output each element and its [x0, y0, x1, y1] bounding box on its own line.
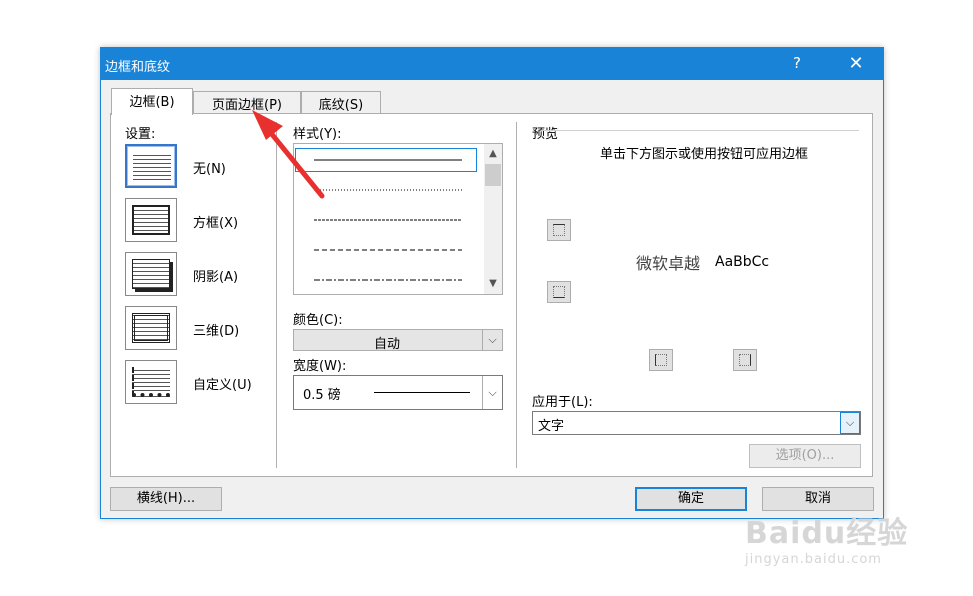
tab-borders[interactable]: 边框(B)	[111, 88, 193, 115]
ok-button[interactable]: 确定	[635, 487, 747, 511]
setting-none-icon[interactable]	[125, 144, 177, 188]
watermark-logo: Baidu经验	[745, 516, 909, 551]
preview-hint: 单击下方图示或使用按钮可应用边框	[599, 147, 808, 162]
left-border-icon	[655, 354, 667, 366]
top-border-icon	[553, 224, 565, 236]
width-dropdown[interactable]: 0.5 磅 ⌵	[293, 375, 503, 410]
options-button[interactable]: 选项(O)...	[749, 444, 861, 468]
borders-panel: 设置: 无(N) 方框(X) 阴影(A) 三维(D) 自定义(U) 样式(Y):	[110, 113, 873, 477]
preview-sample-en[interactable]: AaBbCc	[715, 254, 769, 270]
setting-3d-icon[interactable]	[125, 306, 177, 350]
width-sample-line	[374, 392, 470, 393]
setting-shadow-label[interactable]: 阴影(A)	[193, 266, 238, 285]
watermark-url: jingyan.baidu.com	[745, 552, 882, 567]
chevron-down-icon[interactable]: ⌵	[482, 330, 502, 350]
style-heading: 样式(Y):	[293, 127, 342, 142]
bottom-border-icon	[553, 286, 565, 298]
style-list[interactable]: ▲ ▼	[293, 143, 503, 295]
scroll-thumb[interactable]	[485, 164, 501, 186]
style-swatches	[314, 159, 462, 281]
color-dropdown[interactable]: 自动 ⌵	[293, 329, 503, 352]
preview-heading-rule	[541, 130, 859, 131]
bottom-border-button[interactable]	[547, 281, 571, 303]
color-heading: 颜色(C):	[293, 313, 343, 328]
chevron-down-icon[interactable]: ⌵	[482, 376, 502, 409]
apply-to-dropdown[interactable]: 文字 ⌵	[532, 411, 861, 435]
dialog-title: 边框和底纹	[105, 60, 171, 75]
apply-to-heading: 应用于(L):	[532, 395, 593, 410]
setting-shadow-icon[interactable]	[125, 252, 177, 296]
preview-sample-cn[interactable]: 微软卓越	[636, 250, 700, 274]
setting-none-label[interactable]: 无(N)	[193, 158, 226, 177]
right-border-icon	[739, 354, 751, 366]
setting-custom-label[interactable]: 自定义(U)	[193, 374, 252, 393]
color-value: 自动	[374, 337, 401, 352]
setting-custom-icon[interactable]	[125, 360, 177, 404]
baidu-watermark: Baidu经验 jingyan.baidu.com	[745, 508, 908, 567]
tab-shading[interactable]: 底纹(S)	[301, 91, 381, 113]
divider	[276, 122, 277, 468]
tab-page-border[interactable]: 页面边框(P)	[193, 91, 301, 113]
style-scrollbar[interactable]: ▲ ▼	[484, 144, 502, 294]
borders-and-shading-dialog: 边框和底纹 ? ✕ 边框(B) 页面边框(P) 底纹(S) 设置: 无(N) 方…	[100, 47, 884, 519]
setting-box-label[interactable]: 方框(X)	[193, 212, 238, 231]
close-icon[interactable]: ✕	[841, 52, 871, 76]
left-border-button[interactable]	[649, 349, 673, 371]
chevron-down-icon[interactable]: ⌵	[840, 412, 860, 434]
apply-to-value: 文字	[538, 419, 565, 434]
width-value: 0.5 磅	[303, 388, 341, 403]
top-border-button[interactable]	[547, 219, 571, 241]
help-icon[interactable]: ?	[791, 54, 803, 72]
settings-heading: 设置:	[125, 127, 156, 142]
setting-box-icon[interactable]	[125, 198, 177, 242]
scroll-down-icon[interactable]: ▼	[484, 276, 502, 292]
width-heading: 宽度(W):	[293, 359, 347, 374]
right-border-button[interactable]	[733, 349, 757, 371]
setting-3d-label[interactable]: 三维(D)	[193, 320, 239, 339]
title-bar[interactable]: 边框和底纹 ? ✕	[101, 48, 883, 80]
divider	[516, 122, 517, 468]
scroll-up-icon[interactable]: ▲	[484, 146, 502, 162]
preview-heading: 预览	[532, 127, 559, 142]
horizontal-line-button[interactable]: 横线(H)...	[110, 487, 222, 511]
